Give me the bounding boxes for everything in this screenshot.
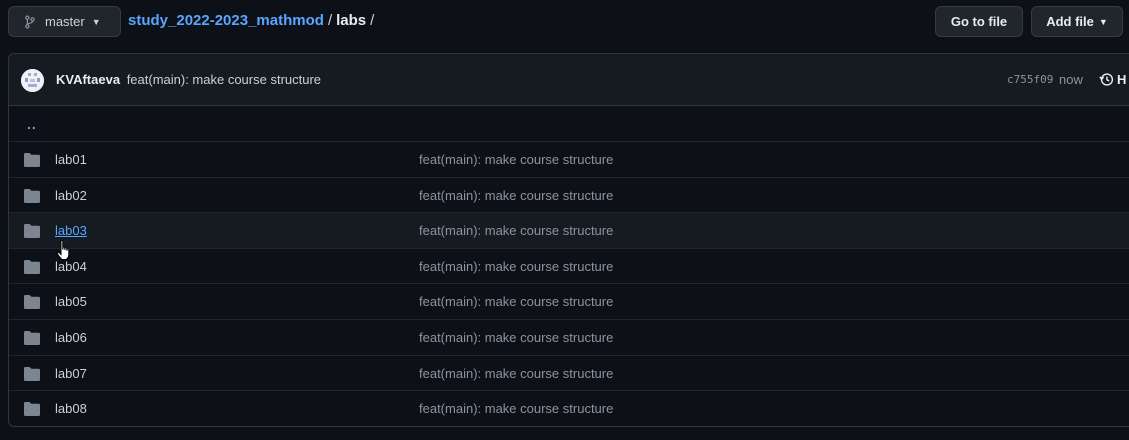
folder-commit-message[interactable]: feat(main): make course structure (419, 152, 613, 167)
folder-name-link[interactable]: lab01 (55, 152, 87, 167)
latest-commit-bar: KVAftaeva feat(main): make course struct… (9, 54, 1129, 106)
commit-time: now (1059, 72, 1083, 87)
parent-directory-link[interactable]: .. (27, 116, 37, 132)
folder-name-link[interactable]: lab02 (55, 188, 87, 203)
folder-name-link[interactable]: lab08 (55, 401, 87, 416)
folder-commit-message[interactable]: feat(main): make course structure (419, 259, 613, 274)
folder-name-link[interactable]: lab06 (55, 330, 87, 345)
breadcrumb: study_2022-2023_mathmod / labs / (128, 12, 378, 29)
file-row[interactable]: lab06 feat(main): make course structure (9, 318, 1129, 355)
chevron-down-icon: ▼ (91, 16, 101, 27)
file-navigation: master ▼ study_2022-2023_mathmod / labs … (0, 0, 1129, 44)
folder-commit-message[interactable]: feat(main): make course structure (419, 223, 613, 238)
folder-name-link[interactable]: lab03 (55, 223, 87, 238)
folder-commit-message[interactable]: feat(main): make course structure (419, 294, 613, 309)
folder-icon (24, 188, 40, 208)
folder-icon (24, 402, 40, 421)
pointer-cursor-icon (56, 240, 70, 260)
go-to-file-label: Go to file (950, 14, 1008, 29)
file-row[interactable]: lab08 feat(main): make course structure (9, 390, 1129, 426)
git-branch-icon (25, 14, 35, 29)
breadcrumb-separator-trailing: / (370, 12, 375, 29)
commit-sha[interactable]: c755f09 (1007, 73, 1053, 86)
folder-icon (24, 295, 40, 314)
avatar[interactable] (21, 69, 44, 92)
folder-commit-message[interactable]: feat(main): make course structure (419, 366, 613, 381)
folder-icon (24, 259, 40, 279)
file-row[interactable]: lab04 feat(main): make course structure (9, 247, 1129, 284)
folder-name-link[interactable]: lab05 (55, 294, 87, 309)
go-to-file-button[interactable]: Go to file (935, 6, 1023, 37)
commit-message[interactable]: feat(main): make course structure (127, 72, 321, 87)
folder-commit-message[interactable]: feat(main): make course structure (419, 401, 613, 416)
folder-icon (24, 330, 40, 350)
breadcrumb-separator: / (327, 12, 333, 29)
parent-directory-row[interactable]: .. (9, 106, 1129, 141)
add-file-button[interactable]: Add file ▼ (1031, 6, 1123, 37)
commit-summary: KVAftaeva feat(main): make course struct… (56, 72, 321, 87)
breadcrumb-current-dir: labs (336, 12, 367, 29)
history-label: H (1117, 72, 1127, 87)
chevron-down-icon: ▼ (1098, 16, 1108, 27)
file-row[interactable]: lab07 feat(main): make course structure (9, 354, 1129, 391)
commit-author[interactable]: KVAftaeva (56, 72, 120, 87)
folder-icon (24, 224, 40, 243)
history-icon (1099, 73, 1114, 86)
history-link[interactable]: H (1099, 72, 1126, 87)
add-file-label: Add file (1046, 14, 1094, 29)
file-row[interactable]: lab03 feat(main): make course structure (9, 212, 1129, 248)
file-row[interactable]: lab05 feat(main): make course structure (9, 283, 1129, 319)
folder-commit-message[interactable]: feat(main): make course structure (419, 188, 613, 203)
breadcrumb-repo-link[interactable]: study_2022-2023_mathmod (128, 12, 324, 29)
folder-name-link[interactable]: lab07 (55, 366, 87, 381)
folder-commit-message[interactable]: feat(main): make course structure (419, 330, 613, 345)
branch-select-button[interactable]: master ▼ (8, 6, 121, 37)
identicon-icon (21, 69, 44, 92)
folder-icon (24, 153, 40, 172)
file-list-box: KVAftaeva feat(main): make course struct… (8, 53, 1129, 427)
folder-icon (24, 366, 40, 386)
branch-name: master (45, 14, 85, 29)
file-row[interactable]: lab02 feat(main): make course structure (9, 176, 1129, 213)
file-row[interactable]: lab01 feat(main): make course structure (9, 141, 1129, 177)
